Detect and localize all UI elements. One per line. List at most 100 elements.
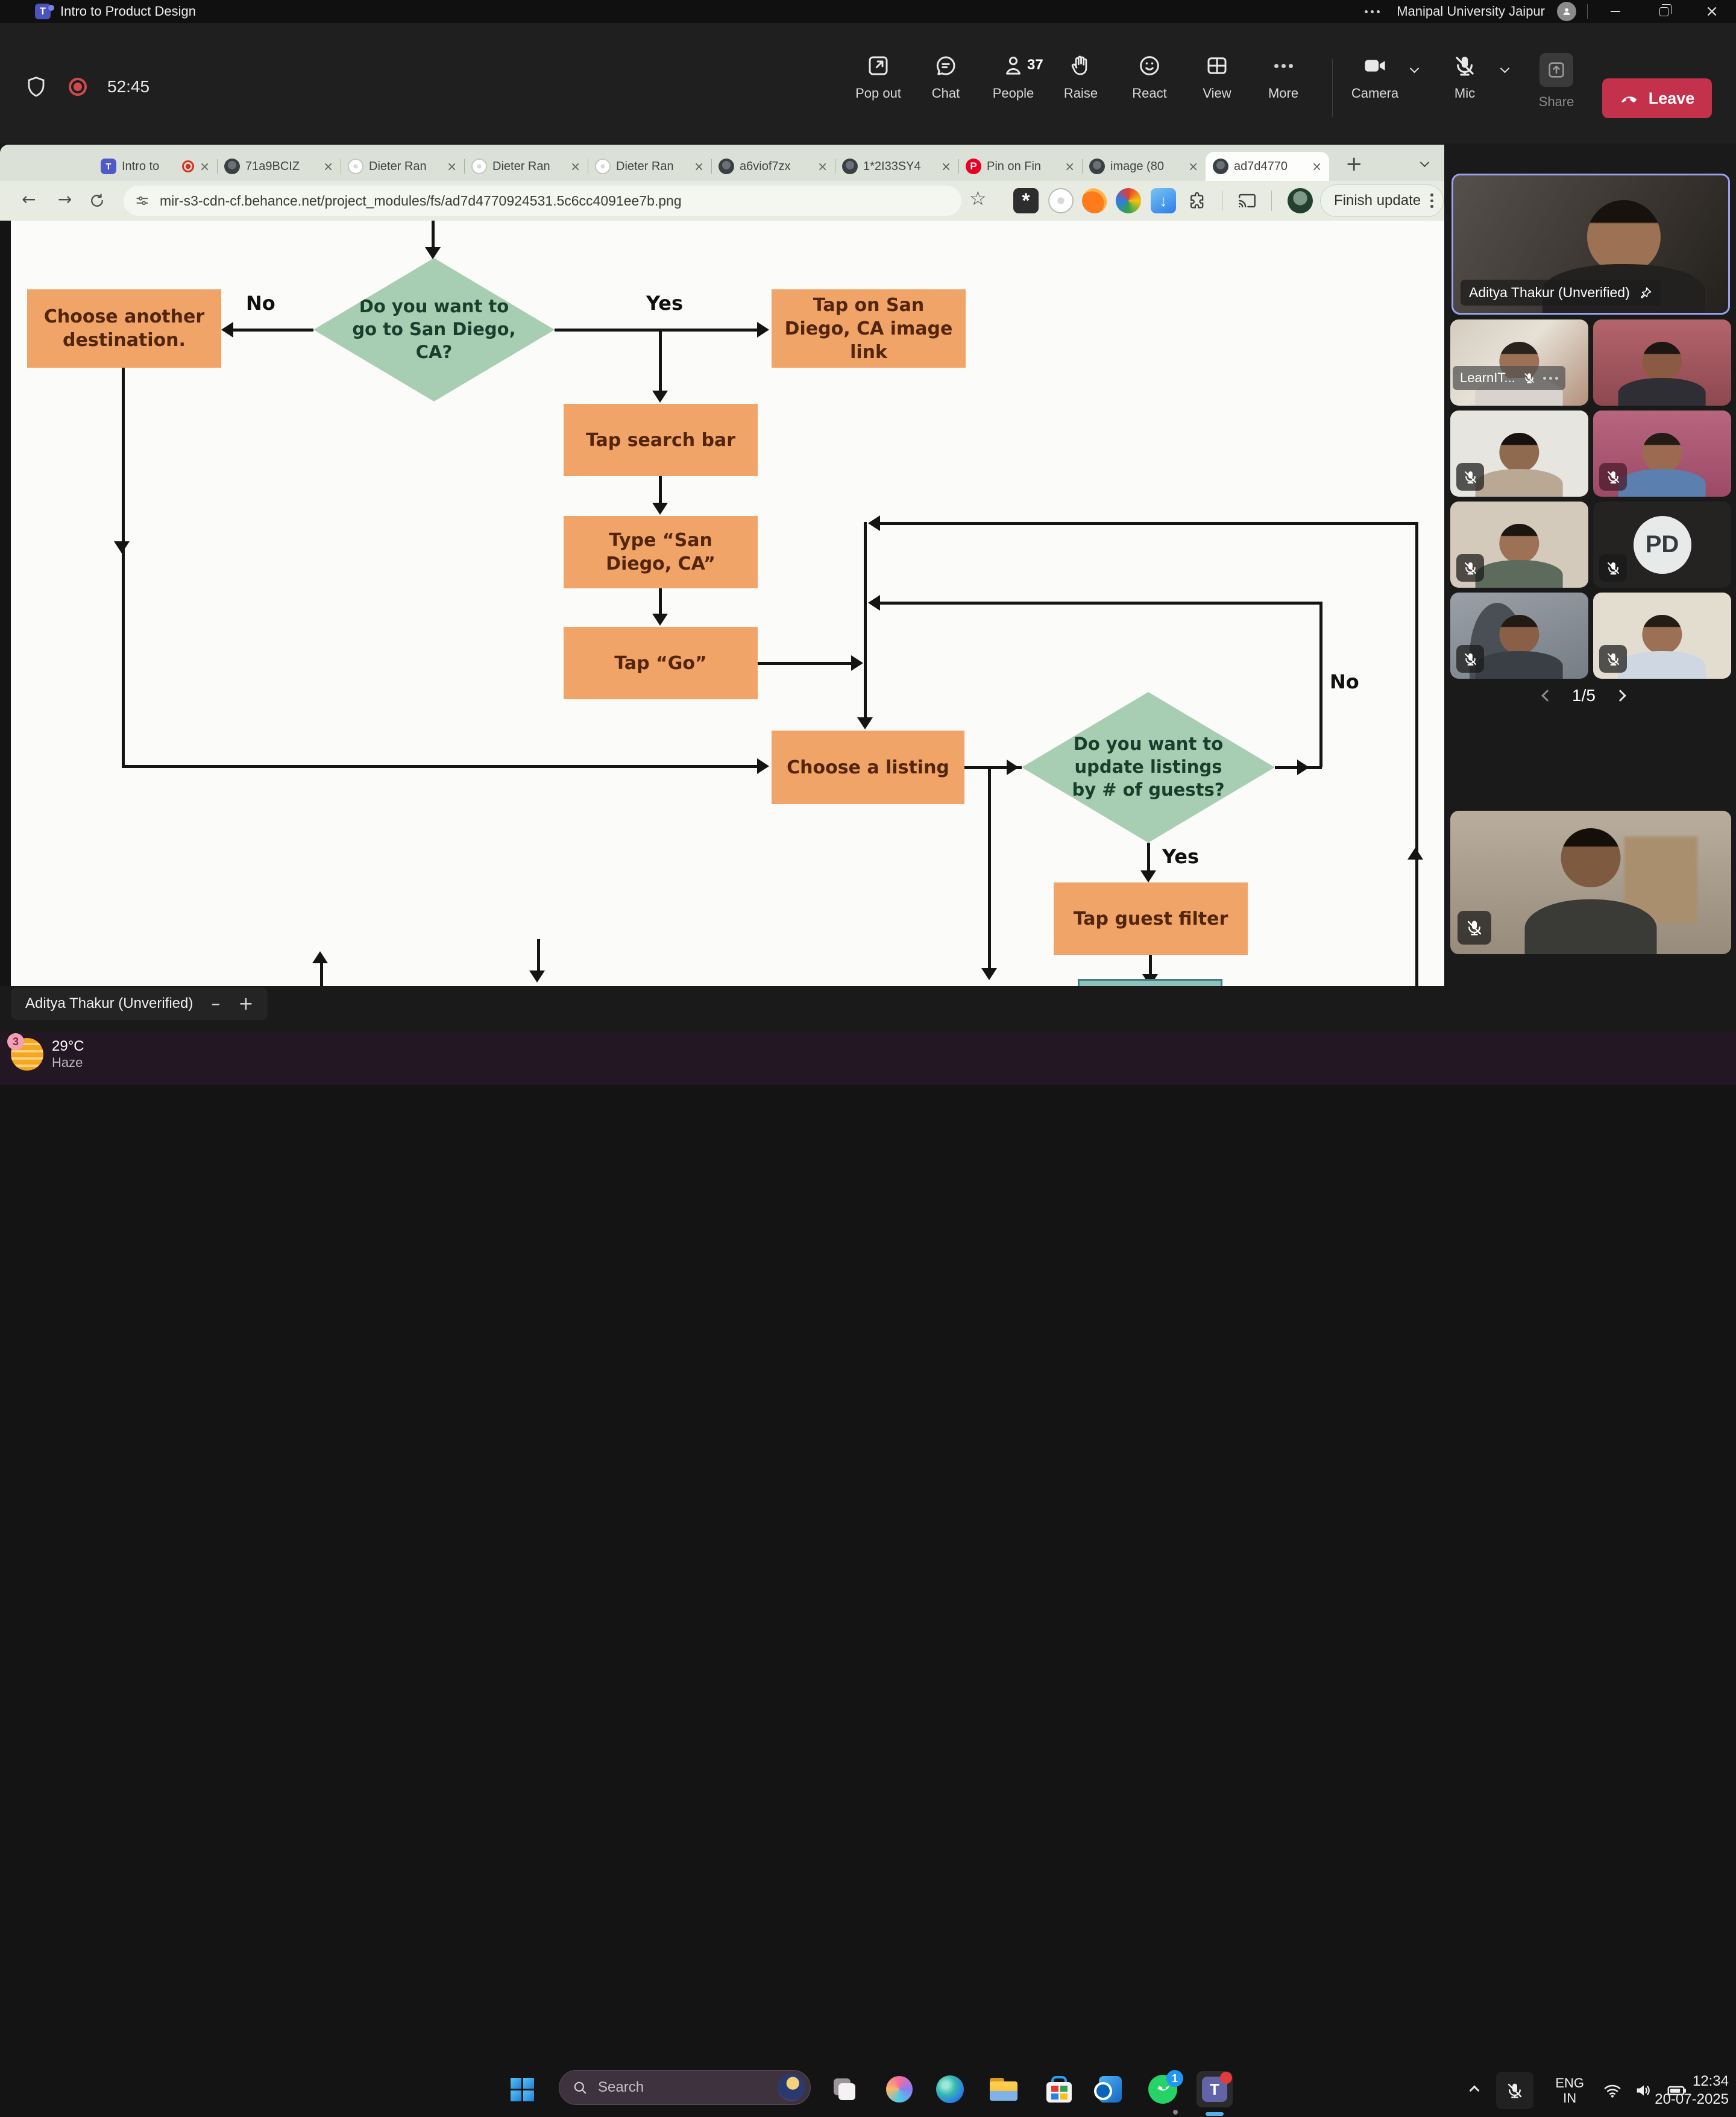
cast-icon[interactable] xyxy=(1237,190,1257,211)
participant-tile[interactable] xyxy=(1593,593,1731,679)
view-button[interactable]: View xyxy=(1181,53,1253,101)
security-shield-icon xyxy=(24,75,48,99)
teams-taskbar-button[interactable]: T xyxy=(1197,2071,1233,2107)
zoom-out-button[interactable]: – xyxy=(211,993,220,1014)
participant-tile-learnit[interactable]: LearnIT... xyxy=(1450,319,1588,406)
site-settings-icon[interactable] xyxy=(134,193,150,209)
extensions-puzzle-icon[interactable] xyxy=(1187,190,1207,211)
bookmark-star-icon[interactable]: ☆ xyxy=(969,187,987,210)
presenter-overlay: Aditya Thakur (Unverified) – + xyxy=(11,987,268,1020)
tray-mic-muted[interactable] xyxy=(1496,2072,1533,2109)
tab-close-icon[interactable]: × xyxy=(447,159,457,174)
clock[interactable]: 12:34 20-07-2025 xyxy=(1655,2064,1729,2117)
participant-tile-initials[interactable]: PD xyxy=(1593,502,1731,588)
back-button[interactable]: ← xyxy=(22,189,36,209)
popout-button[interactable]: Pop out xyxy=(842,53,914,101)
close-button[interactable]: × xyxy=(1688,0,1736,23)
shared-browser-page: Do you want to go to San Diego, CA? Choo… xyxy=(0,221,1444,986)
extension-icon[interactable] xyxy=(1082,188,1107,213)
leave-button[interactable]: Leave xyxy=(1602,78,1712,118)
browser-tab-pinterest[interactable]: P Pin on Fin × xyxy=(958,152,1082,181)
browser-tab[interactable]: Dieter Ran × xyxy=(464,152,588,181)
browser-tab[interactable]: Dieter Ran × xyxy=(588,152,711,181)
raise-hand-button[interactable]: Raise xyxy=(1045,53,1117,101)
edge-label-no: No xyxy=(246,292,275,315)
forward-button[interactable]: → xyxy=(58,189,72,209)
camera-button[interactable]: Camera xyxy=(1339,53,1411,101)
pin-icon[interactable] xyxy=(1638,286,1653,300)
copilot-button[interactable] xyxy=(881,2071,917,2107)
more-button[interactable]: More xyxy=(1247,53,1319,101)
chat-button[interactable]: Chat xyxy=(910,53,982,101)
tab-close-icon[interactable]: × xyxy=(941,159,951,174)
wifi-icon[interactable] xyxy=(1602,2064,1623,2117)
meeting-title: Intro to Product Design xyxy=(60,4,196,19)
tab-close-icon[interactable]: × xyxy=(1065,159,1075,174)
mic-options-chevron-icon[interactable] xyxy=(1500,64,1510,74)
page-next-chevron-icon[interactable] xyxy=(1614,690,1626,702)
file-explorer-button[interactable] xyxy=(986,2071,1022,2107)
mic-muted-icon xyxy=(1456,645,1484,673)
local-video-tile[interactable] xyxy=(1450,811,1731,954)
language-indicator[interactable]: ENG IN xyxy=(1555,2064,1584,2117)
titlebar-more-icon[interactable] xyxy=(1365,10,1380,13)
extension-icon[interactable]: ↓ xyxy=(1151,188,1176,213)
react-button[interactable]: React xyxy=(1113,53,1186,101)
minimize-button[interactable] xyxy=(1591,0,1640,23)
reload-button[interactable] xyxy=(88,192,106,210)
extension-icon[interactable] xyxy=(1116,188,1141,213)
tab-close-icon[interactable]: × xyxy=(817,159,828,174)
tab-close-icon[interactable]: × xyxy=(323,159,333,174)
camera-options-chevron-icon[interactable] xyxy=(1410,64,1420,74)
image-border xyxy=(0,221,11,986)
outlook-button[interactable] xyxy=(1090,2071,1126,2107)
tab-close-icon[interactable]: × xyxy=(200,159,210,174)
finish-update-button[interactable]: Finish update xyxy=(1320,184,1444,217)
url-text[interactable]: mir-s3-cdn-cf.behance.net/project_module… xyxy=(160,193,682,209)
browser-tab[interactable]: 71a9BCIZ × xyxy=(217,152,341,181)
browser-tab[interactable]: Dieter Ran × xyxy=(341,152,464,181)
extension-icon[interactable] xyxy=(1048,188,1074,213)
participant-tile[interactable] xyxy=(1593,319,1731,406)
address-bar[interactable]: mir-s3-cdn-cf.behance.net/project_module… xyxy=(124,186,961,216)
browser-tab-active[interactable]: ad7d4770 × xyxy=(1206,152,1329,181)
participant-tile[interactable] xyxy=(1450,411,1588,497)
mic-button[interactable]: Mic xyxy=(1429,53,1501,101)
browser-tab[interactable]: a6viof7zx × xyxy=(711,152,835,181)
volume-icon[interactable] xyxy=(1634,2064,1654,2117)
profile-avatar[interactable] xyxy=(1288,188,1313,213)
tab-close-icon[interactable]: × xyxy=(694,159,704,174)
edge-browser-button[interactable] xyxy=(932,2071,968,2107)
task-view-button[interactable] xyxy=(826,2071,863,2107)
browser-tab-teams[interactable]: T Intro to × xyxy=(93,152,217,181)
main-speaker-tile[interactable]: Aditya Thakur (Unverified) xyxy=(1451,174,1730,315)
tab-close-icon[interactable]: × xyxy=(570,159,580,174)
restore-button[interactable] xyxy=(1640,0,1688,23)
search-highlight-image[interactable] xyxy=(778,2074,805,2101)
participant-tile[interactable] xyxy=(1450,593,1588,679)
whatsapp-button[interactable]: 1 xyxy=(1145,2071,1181,2107)
mic-muted-icon xyxy=(1456,554,1484,582)
account-avatar[interactable] xyxy=(1557,2,1576,21)
tab-close-icon[interactable]: × xyxy=(1188,159,1198,174)
teams-app-icon: T xyxy=(35,4,51,19)
participant-tile[interactable] xyxy=(1450,502,1588,588)
weather-widget[interactable]: 3 29°C Haze xyxy=(11,1038,84,1071)
tab-close-icon[interactable]: × xyxy=(1312,159,1322,174)
search-placeholder: Search xyxy=(598,2079,768,2096)
taskbar-search[interactable]: Search xyxy=(559,2070,811,2105)
start-button[interactable] xyxy=(504,2071,540,2107)
new-tab-button[interactable]: + xyxy=(1345,152,1363,176)
microsoft-store-button[interactable] xyxy=(1041,2071,1077,2107)
browser-menu-icon[interactable] xyxy=(1430,193,1433,208)
zoom-in-button[interactable]: + xyxy=(238,993,253,1014)
browser-tab[interactable]: 1*2I33SY4 × xyxy=(835,152,958,181)
extension-icon[interactable]: * xyxy=(1013,188,1039,213)
browser-tab[interactable]: image (80 × xyxy=(1082,152,1206,181)
tile-more-icon[interactable] xyxy=(1543,377,1558,380)
page-previous-chevron-icon[interactable] xyxy=(1541,690,1553,702)
people-button[interactable]: 37 People xyxy=(977,53,1049,101)
participant-tile[interactable] xyxy=(1593,411,1731,497)
chat-icon xyxy=(933,53,958,78)
tray-chevron[interactable] xyxy=(1471,2064,1478,2117)
